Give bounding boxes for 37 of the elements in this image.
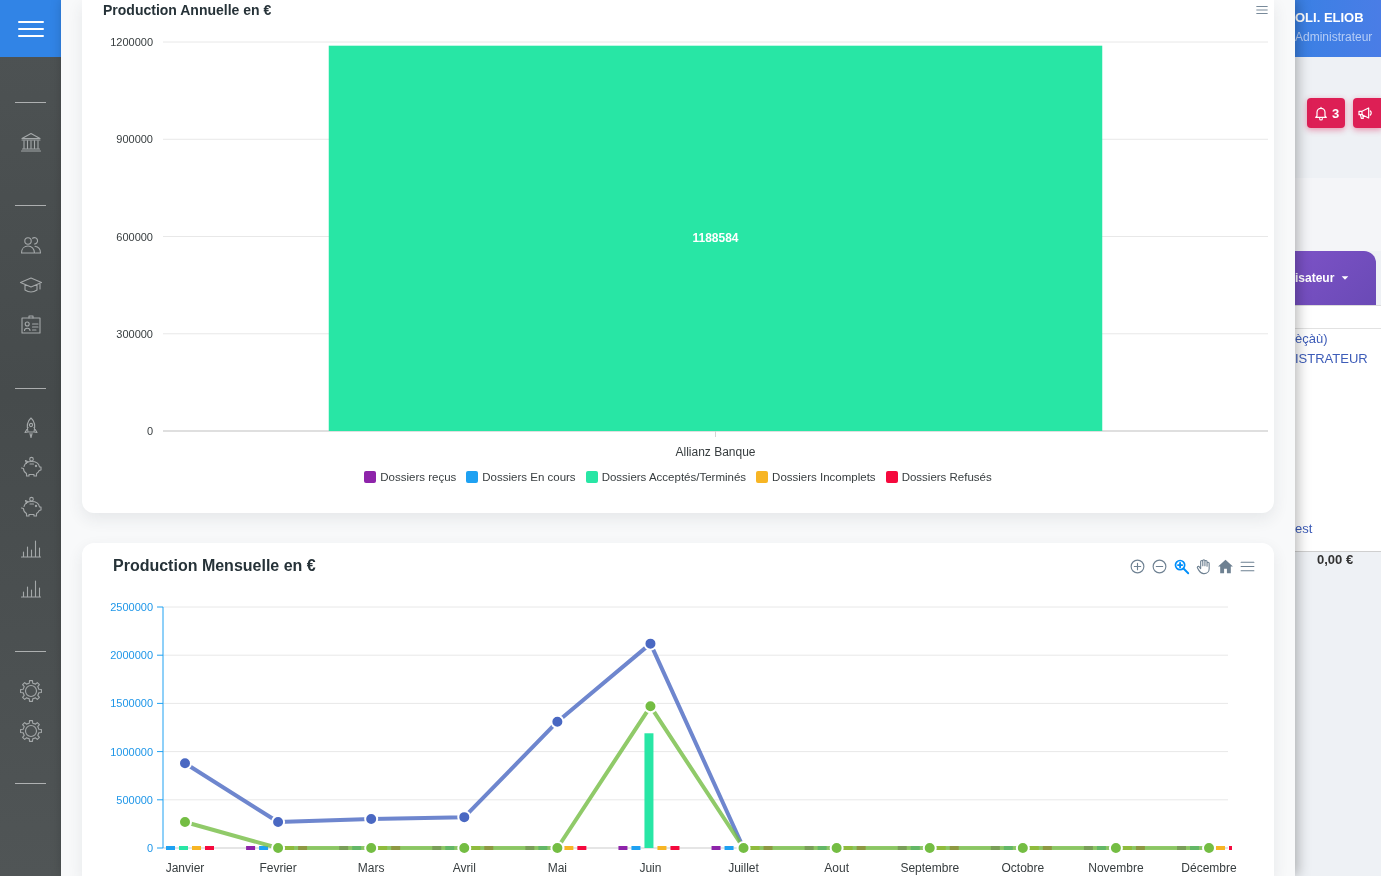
axis-label: 500000: [116, 793, 153, 806]
info-text: ISTRATEUR: [1295, 350, 1368, 368]
axis-label: Avril: [452, 861, 476, 875]
axis-label: Allianz Banque: [675, 445, 756, 459]
legend-label: Dossiers Refusés: [901, 470, 992, 483]
legend-label: Dossiers reçus: [380, 470, 457, 483]
chart-title: Production Mensuelle en €: [113, 557, 316, 575]
axis-label: Mai: [547, 861, 568, 875]
axis-label: Fevrier: [259, 861, 297, 875]
axis-label: 1500000: [110, 697, 153, 710]
axis-label: Novembre: [1088, 861, 1144, 875]
axis-label: 300000: [116, 327, 153, 340]
axis-label: Juillet: [728, 861, 759, 875]
axis-label: 0: [146, 842, 153, 854]
axis-label: Janvier: [165, 861, 205, 875]
data-label: 1188584: [692, 231, 739, 246]
user-name: OLI. ELIOB: [1295, 10, 1365, 26]
axis-label: Septembre: [900, 861, 960, 875]
legend-label: Dossiers Incomplets: [772, 470, 876, 483]
axis-label: 1000000: [110, 745, 153, 758]
axis-label: 600000: [116, 230, 153, 243]
axis-label: Mars: [357, 861, 385, 875]
amount-text: 0,00 €: [1317, 552, 1355, 567]
axis-label: 2500000: [110, 601, 153, 613]
legend-label: Dossiers Acceptés/Terminés: [601, 470, 747, 483]
axis-label: 900000: [116, 133, 153, 146]
chart-title: Production Annuelle en €: [103, 2, 272, 18]
axis-label: 1200000: [110, 36, 153, 48]
axis-label: Aout: [824, 861, 849, 875]
info-text: èçàù): [1295, 330, 1328, 348]
axis-label: Décembre: [1181, 861, 1237, 875]
user-role: Administrateur: [1295, 30, 1374, 45]
legend-label: Dossiers En cours: [482, 470, 576, 483]
axis-label: 0: [146, 425, 153, 437]
axis-label: 2000000: [110, 649, 153, 662]
axis-label: Juin: [639, 861, 662, 875]
axis-label: Octobre: [1001, 861, 1045, 875]
